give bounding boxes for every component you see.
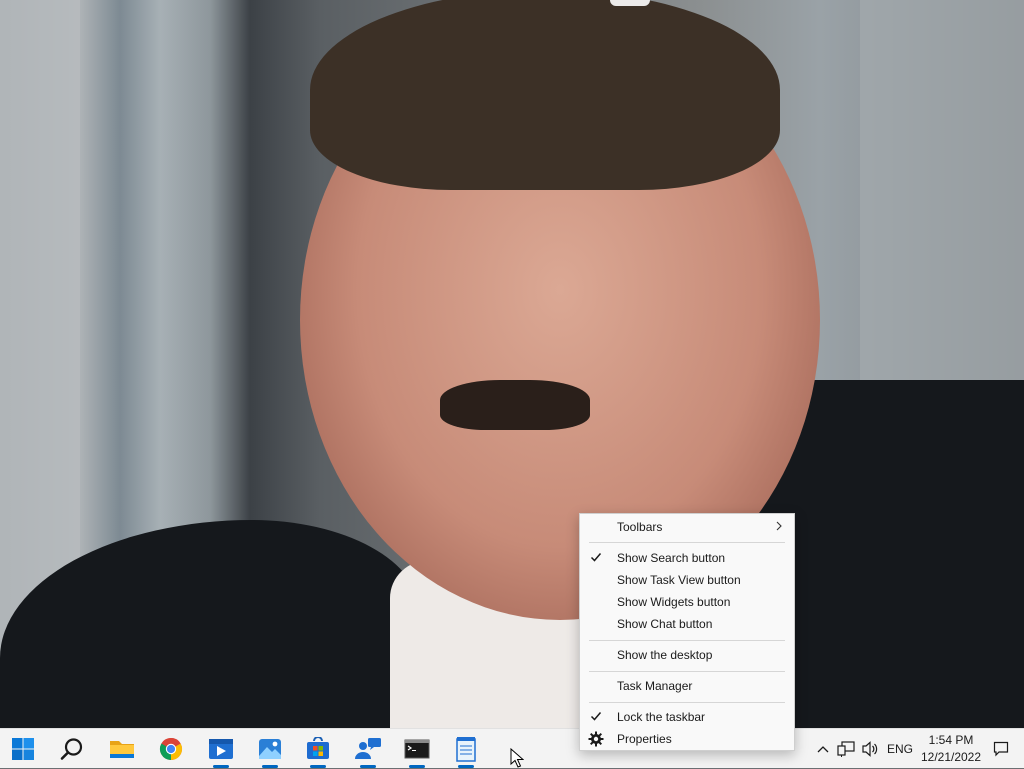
menu-item-properties[interactable]: Properties — [580, 728, 794, 750]
gear-icon — [588, 731, 604, 747]
windows-logo-icon — [12, 738, 34, 760]
taskbar-app-file-explorer[interactable] — [102, 729, 142, 769]
menu-item-lock-the-taskbar[interactable]: Lock the taskbar — [580, 706, 794, 728]
menu-separator — [589, 671, 785, 672]
taskbar-app-store[interactable] — [298, 729, 338, 769]
notifications-button[interactable] — [990, 729, 1012, 769]
store-icon — [307, 737, 329, 759]
folder-icon — [110, 741, 134, 758]
speaker-icon — [862, 741, 878, 757]
taskbar-app-command-prompt[interactable] — [397, 729, 437, 769]
clock-time: 1:54 PM — [928, 733, 974, 747]
taskbar-app-remote-assistance[interactable] — [348, 729, 388, 769]
chrome-icon — [159, 737, 183, 760]
notification-icon — [993, 741, 1009, 757]
chevron-right-icon — [776, 521, 782, 531]
menu-item-show-the-desktop[interactable]: Show the desktop — [580, 644, 794, 666]
clock[interactable]: 1:54 PM 12/21/2022 — [916, 732, 986, 766]
menu-item-toolbars[interactable]: Toolbars — [580, 516, 794, 538]
menu-item-show-search-button[interactable]: Show Search button — [580, 547, 794, 569]
menu-item-label: Show Task View button — [617, 573, 741, 587]
menu-item-label: Show Chat button — [617, 617, 713, 631]
menu-item-show-chat-button[interactable]: Show Chat button — [580, 613, 794, 635]
taskbar-app-notepad[interactable] — [446, 729, 486, 769]
menu-separator — [589, 542, 785, 543]
menu-item-show-task-view-button[interactable]: Show Task View button — [580, 569, 794, 591]
mouse-pointer-icon — [510, 748, 524, 768]
volume-button[interactable] — [860, 729, 882, 769]
taskbar-context-menu: Toolbars Show Search button Show Task Vi… — [579, 513, 795, 751]
checkmark-icon — [590, 712, 602, 721]
menu-item-label: Toolbars — [617, 520, 663, 534]
input-language-button[interactable]: ENG — [884, 729, 916, 769]
photos-icon — [259, 739, 281, 759]
menu-item-label: Show Widgets button — [617, 595, 731, 609]
chevron-up-icon — [817, 746, 829, 753]
search-icon — [60, 738, 83, 760]
menu-separator — [589, 702, 785, 703]
menu-separator — [589, 640, 785, 641]
terminal-icon — [404, 739, 430, 759]
search-button[interactable] — [52, 729, 92, 769]
clock-date: 12/21/2022 — [920, 750, 982, 764]
network-button[interactable] — [836, 729, 856, 769]
menu-item-task-manager[interactable]: Task Manager — [580, 675, 794, 697]
menu-item-label: Show the desktop — [617, 648, 713, 662]
menu-item-show-widgets-button[interactable]: Show Widgets button — [580, 591, 794, 613]
start-button[interactable] — [3, 729, 43, 769]
menu-item-label: Task Manager — [617, 679, 693, 693]
taskbar-app-photos[interactable] — [250, 729, 290, 769]
menu-item-label: Properties — [617, 732, 672, 746]
media-player-icon — [209, 739, 233, 759]
network-icon — [837, 741, 855, 757]
desktop-wallpaper — [0, 0, 1024, 728]
chat-people-icon — [355, 738, 381, 759]
taskbar-app-media-player[interactable] — [201, 729, 241, 769]
show-hidden-icons-button[interactable] — [813, 729, 833, 769]
checkmark-icon — [590, 553, 602, 562]
menu-item-label: Show Search button — [617, 551, 726, 565]
menu-item-label: Lock the taskbar — [617, 710, 706, 724]
taskbar-app-chrome[interactable] — [151, 729, 191, 769]
notepad-icon — [456, 737, 476, 762]
